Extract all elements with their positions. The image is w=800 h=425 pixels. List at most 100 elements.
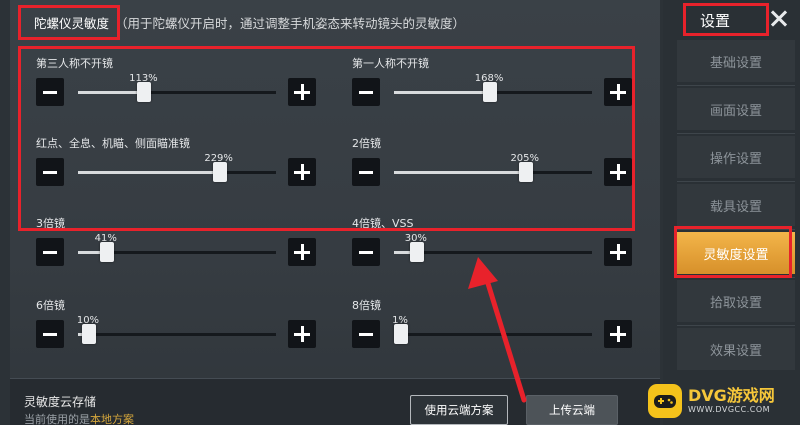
decrease-button[interactable] [352,320,380,348]
sensitivity-slider-row: 2倍镜 205% [352,135,642,197]
menu-item-0[interactable]: 基础设置 [677,40,795,82]
slider-fill [394,251,410,254]
menu-divider [677,277,795,278]
plus-icon [610,244,626,260]
sensitivity-slider-row: 红点、全息、机瞄、侧面瞄准镜 229% [36,135,326,197]
decrease-button[interactable] [36,238,64,266]
slider-fill [78,251,100,254]
increase-button[interactable] [604,238,632,266]
close-icon[interactable] [765,4,795,34]
menu-item-5[interactable]: 拾取设置 [677,280,795,322]
increase-button[interactable] [604,320,632,348]
slider-label: 3倍镜 [36,217,65,230]
minus-icon [43,170,57,174]
slider-label: 红点、全息、机瞄、侧面瞄准镜 [36,137,190,150]
increase-button[interactable] [288,320,316,348]
sensitivity-slider-row: 3倍镜 41% [36,215,326,277]
menu-item-3[interactable]: 载具设置 [677,184,795,226]
menu-item-1[interactable]: 画面设置 [677,88,795,130]
increase-button[interactable] [288,158,316,186]
plus-icon [294,244,310,260]
upload-cloud-button[interactable]: 上传云端 [526,395,618,425]
settings-side-panel: 设置 基础设置画面设置操作设置载具设置灵敏度设置拾取设置效果设置 [663,0,800,425]
minus-icon [359,170,373,174]
sensitivity-slider[interactable]: 113% [78,73,276,102]
slider-label: 第三人称不开镜 [36,57,113,70]
slider-fill [78,171,213,174]
slider-label: 4倍镜、VSS [352,217,414,230]
menu-divider [677,181,795,182]
decrease-button[interactable] [352,78,380,106]
use-cloud-scheme-button[interactable]: 使用云端方案 [410,395,508,425]
minus-icon [43,90,57,94]
plus-icon [610,84,626,100]
slider-label: 2倍镜 [352,137,381,150]
decrease-button[interactable] [352,238,380,266]
minus-icon [359,250,373,254]
cloud-status-prefix: 当前使用的是 [24,413,90,425]
minus-icon [43,332,57,336]
sensitivity-slider[interactable]: 10% [77,315,276,344]
slider-thumb[interactable] [212,162,227,182]
slider-thumb[interactable] [394,324,408,344]
slider-fill [394,91,484,94]
sensitivity-slider-row: 6倍镜 10% [36,297,326,359]
slider-thumb[interactable] [409,242,424,262]
sensitivity-slider[interactable]: 1% [392,315,592,344]
sensitivity-slider-row: 8倍镜 1% [352,297,642,359]
slider-thumb[interactable] [518,162,533,182]
increase-button[interactable] [604,78,632,106]
plus-icon [294,84,310,100]
watermark: DVG游戏网 WWW.DVGCC.COM [648,378,800,423]
sensitivity-slider[interactable]: 205% [394,153,592,182]
cloud-storage-bar: 灵敏度云存储 当前使用的是本地方案 使用云端方案 上传云端 [10,378,660,425]
sensitivity-slider-row: 第三人称不开镜 113% [36,55,326,117]
slider-thumb[interactable] [483,82,498,102]
menu-divider [677,133,795,134]
menu-divider [677,85,795,86]
plus-icon [294,164,310,180]
decrease-button[interactable] [36,320,64,348]
slider-label: 8倍镜 [352,299,381,312]
menu-divider [677,229,795,230]
slider-fill [394,171,519,174]
sensitivity-slider[interactable]: 229% [78,153,276,182]
sensitivity-slider-row: 第一人称不开镜 168% [352,55,642,117]
slider-thumb[interactable] [99,242,114,262]
menu-divider [677,325,795,326]
minus-icon [359,90,373,94]
slider-label: 第一人称不开镜 [352,57,429,70]
cloud-storage-title: 灵敏度云存储 [24,395,97,409]
menu-item-6[interactable]: 效果设置 [677,328,795,370]
menu-item-4[interactable]: 灵敏度设置 [677,232,795,274]
sensitivity-slider[interactable]: 30% [394,233,592,262]
gyro-section-title: 陀螺仪灵敏度 [34,15,110,31]
slider-label: 6倍镜 [36,299,65,312]
watermark-url: WWW.DVGCC.COM [688,405,771,414]
slider-fill [78,91,138,94]
plus-icon [610,164,626,180]
settings-title: 设置 [699,11,730,30]
gyro-header: 陀螺仪灵敏度 （用于陀螺仪开启时，通过调整手机姿态来转动镜头的灵敏度） [30,9,465,35]
gamepad-icon [648,383,682,418]
decrease-button[interactable] [36,78,64,106]
minus-icon [43,250,57,254]
sensitivity-slider[interactable]: 168% [394,73,592,102]
slider-thumb[interactable] [137,82,152,102]
cloud-status-local: 本地方案 [90,413,134,425]
increase-button[interactable] [288,238,316,266]
decrease-button[interactable] [352,158,380,186]
slider-thumb[interactable] [81,324,96,344]
watermark-name: DVG游戏网 [688,386,775,405]
sensitivity-slider[interactable]: 41% [78,233,276,262]
gyro-section-description: （用于陀螺仪开启时，通过调整手机姿态来转动镜头的灵敏度） [115,15,466,31]
decrease-button[interactable] [36,158,64,186]
increase-button[interactable] [288,78,316,106]
plus-icon [610,326,626,342]
sensitivity-slider-row: 4倍镜、VSS 30% [352,215,642,277]
cloud-storage-status: 当前使用的是本地方案 [24,411,134,425]
increase-button[interactable] [604,158,632,186]
plus-icon [294,326,310,342]
minus-icon [359,332,373,336]
menu-item-2[interactable]: 操作设置 [677,136,795,178]
